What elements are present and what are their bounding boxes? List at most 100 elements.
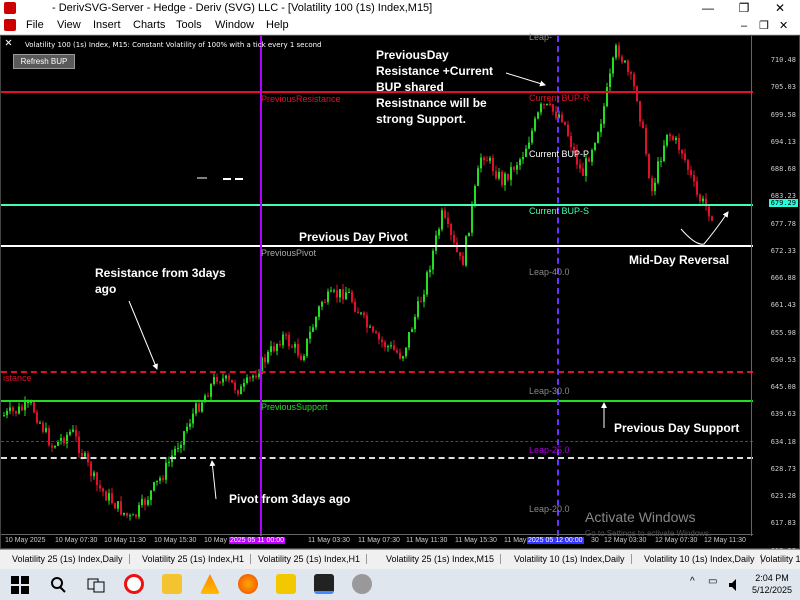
network-icon[interactable]: ▭ <box>708 576 717 587</box>
chart-area[interactable]: PreviousResistance Current BUP-R Current… <box>0 32 800 555</box>
price-tick: 617.83 <box>770 519 796 528</box>
annotation-prevday-resistance: PreviousDay Resistance +Current BUP shar… <box>376 48 494 126</box>
candle-body <box>138 505 140 517</box>
price-tick: 661.43 <box>770 301 796 310</box>
candle-body <box>267 351 269 363</box>
taskbar-clock[interactable]: 2:04 PM 5/12/2025 <box>752 572 792 596</box>
tray-chevron-icon[interactable]: ^ <box>690 576 695 587</box>
candle-body <box>648 154 650 178</box>
candle-body <box>195 403 197 414</box>
price-tick: 645.08 <box>770 383 796 391</box>
chart-tab[interactable]: Volatility 1 <box>760 554 800 564</box>
price-axis[interactable]: 710.48 705.03 699.58 694.13 688.68 683.23 677.… <box>751 36 799 555</box>
candle-body <box>294 343 296 348</box>
metatrader-icon[interactable] <box>314 574 334 594</box>
chart-tab[interactable]: Volatility 25 (1s) Index,Daily <box>12 554 130 564</box>
chart-tab[interactable]: Volatility 25 (1s) Index,H1 <box>258 554 368 564</box>
candle-body <box>135 514 137 517</box>
candle-body <box>540 103 542 113</box>
candle-body <box>708 206 710 217</box>
chart-tab[interactable]: Volatility 10 (1s) Index,Daily <box>514 554 632 564</box>
candle-body <box>168 461 170 463</box>
mdi-restore-button[interactable]: ❐ <box>759 17 769 35</box>
chart-window-icon[interactable] <box>4 19 16 31</box>
price-tick: 650.53 <box>770 355 796 364</box>
candle-body <box>180 444 182 449</box>
candle-body <box>351 291 353 302</box>
candle-body <box>9 407 11 411</box>
candle-body <box>417 301 419 317</box>
candle-body <box>264 357 266 363</box>
minimize-button[interactable]: — <box>693 0 723 17</box>
chart-tab[interactable]: Volatility 25 (1s) Index,M15 <box>386 554 502 564</box>
candle-body <box>72 429 74 432</box>
candle-body <box>255 375 257 377</box>
candle-body <box>336 290 338 298</box>
candle-body <box>579 164 581 169</box>
candle-body <box>54 445 56 448</box>
paint-icon[interactable] <box>352 574 372 594</box>
menu-view[interactable]: View <box>57 19 81 31</box>
file-explorer-icon[interactable] <box>162 574 182 594</box>
candle-body <box>450 224 452 235</box>
time-tick: 10 May 2025 <box>5 537 46 544</box>
close-button[interactable]: ✕ <box>765 0 795 17</box>
candle-body <box>297 343 299 356</box>
volume-icon[interactable] <box>728 578 742 592</box>
candle-body <box>396 350 398 353</box>
candle-body <box>609 73 611 88</box>
chart-tab[interactable]: Volatility 10 (1s) Index,Daily <box>644 554 762 564</box>
time-tick: 30 <box>591 537 599 544</box>
candle-body <box>111 493 113 504</box>
mdi-minimize-button[interactable]: – <box>741 17 747 35</box>
opera-icon[interactable] <box>124 574 144 594</box>
time-tick: 12 May 07:30 <box>655 537 698 544</box>
candle-body <box>597 132 599 143</box>
candle-body <box>75 429 77 437</box>
candle-body <box>693 175 695 182</box>
candle-body <box>420 301 422 303</box>
candle-body <box>30 401 32 403</box>
candle-body <box>513 167 515 170</box>
candle-body <box>6 410 8 416</box>
sticky-notes-icon[interactable] <box>276 574 296 594</box>
menu-insert[interactable]: Insert <box>93 19 121 31</box>
candle-body <box>360 312 362 314</box>
chart-tabs: Volatility 25 (1s) Index,Daily Volatility… <box>0 549 800 569</box>
current-price-label: 679.29 <box>768 199 798 207</box>
candle-body <box>408 331 410 348</box>
candle-body <box>357 311 359 314</box>
leap-30-label: Leap-30.0 <box>529 386 570 396</box>
mdi-close-button[interactable]: ✕ <box>779 17 788 35</box>
menu-file[interactable]: File <box>26 19 44 31</box>
menu-charts[interactable]: Charts <box>133 19 165 31</box>
candle-body <box>15 411 17 414</box>
annotation-previous-day-support: Previous Day Support <box>614 421 740 435</box>
candle-body <box>525 148 527 158</box>
menu-bar: File View Insert Charts Tools Window Hel… <box>0 17 800 35</box>
time-tick: 11 May 03:30 <box>308 537 350 544</box>
chart-tab[interactable]: Volatility 25 (1s) Index,H1 <box>142 554 252 564</box>
price-tick: 634.18 <box>770 437 796 446</box>
candle-body <box>438 229 440 236</box>
candle-body <box>672 136 674 140</box>
annotation-resistance-3days: Resistance from 3days ago <box>95 266 226 296</box>
menu-tools[interactable]: Tools <box>176 19 202 31</box>
task-view-icon[interactable] <box>86 575 106 595</box>
restore-button[interactable]: ❐ <box>729 0 759 17</box>
menu-window[interactable]: Window <box>215 19 254 31</box>
refresh-bup-button[interactable]: Refresh BUP <box>13 54 75 69</box>
windows-start-icon[interactable] <box>10 575 30 595</box>
search-icon[interactable] <box>48 575 68 595</box>
menu-help[interactable]: Help <box>266 19 289 31</box>
time-tick: 12 May 03:30 <box>604 537 647 544</box>
current-bup-p-label: Current BUP-P <box>529 149 590 159</box>
vlc-icon[interactable] <box>200 574 220 594</box>
activate-windows-watermark: Activate Windows <box>585 509 696 525</box>
candle-body <box>675 137 677 140</box>
candle-body <box>129 515 131 517</box>
firefox-icon[interactable] <box>238 574 258 594</box>
candle-body <box>495 171 497 179</box>
candle-body <box>96 472 98 486</box>
candle-body <box>363 312 365 316</box>
